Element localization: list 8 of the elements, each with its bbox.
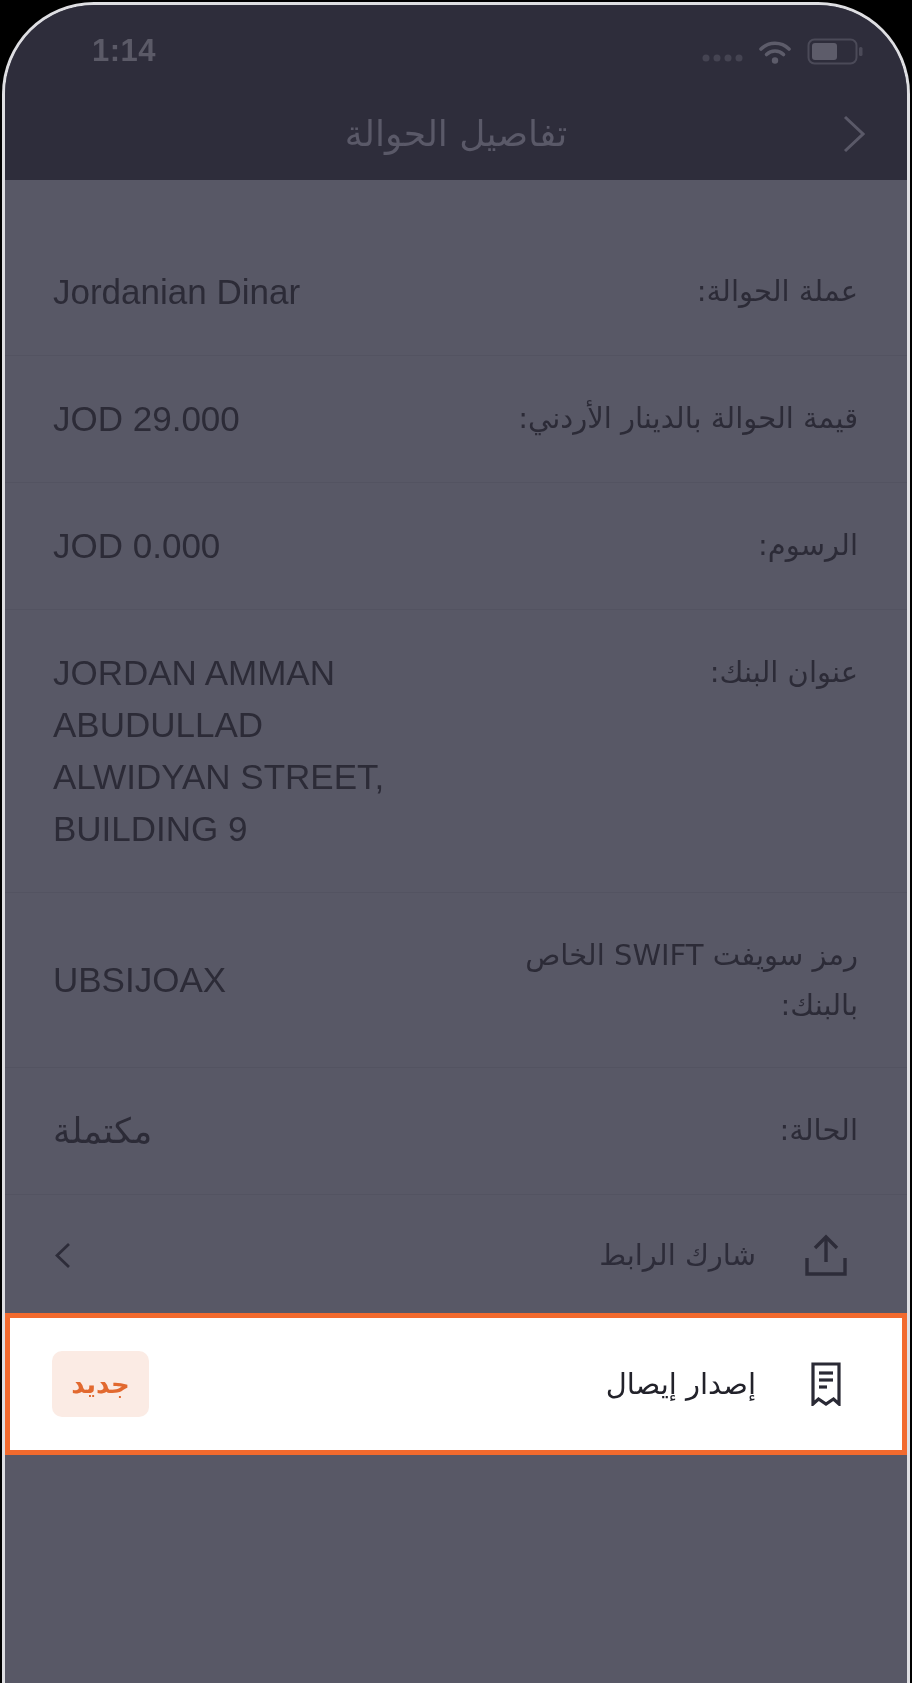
chevron-icon [843, 114, 865, 153]
battery-icon [807, 37, 863, 65]
issue-receipt-item[interactable]: إصدار إيصال جديد [5, 1313, 907, 1455]
back-button[interactable] [843, 114, 865, 153]
new-badge: جديد [52, 1351, 149, 1417]
share-icon [804, 1233, 848, 1277]
chevron-icon [55, 1241, 71, 1269]
receipt-icon [811, 1362, 841, 1406]
